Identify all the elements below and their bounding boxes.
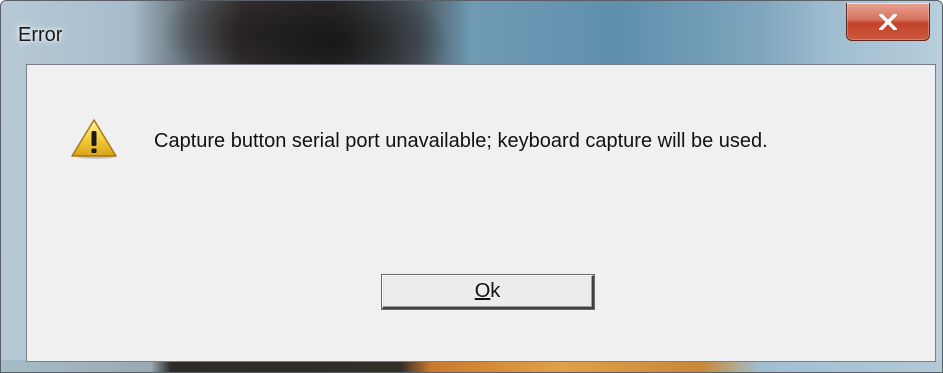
window-title: Error xyxy=(18,24,63,46)
ok-button-mnemonic: O xyxy=(474,280,491,302)
close-button[interactable] xyxy=(846,3,930,41)
ok-button[interactable]: Ok xyxy=(382,275,594,309)
error-dialog-window: Error Capture button serial port unavail… xyxy=(0,0,943,373)
dialog-message: Capture button serial port unavailable; … xyxy=(154,130,768,152)
ok-button-label: k xyxy=(490,280,501,302)
dialog-client-area: Capture button serial port unavailable; … xyxy=(26,64,936,362)
close-icon xyxy=(879,13,897,30)
warning-icon xyxy=(70,118,118,160)
